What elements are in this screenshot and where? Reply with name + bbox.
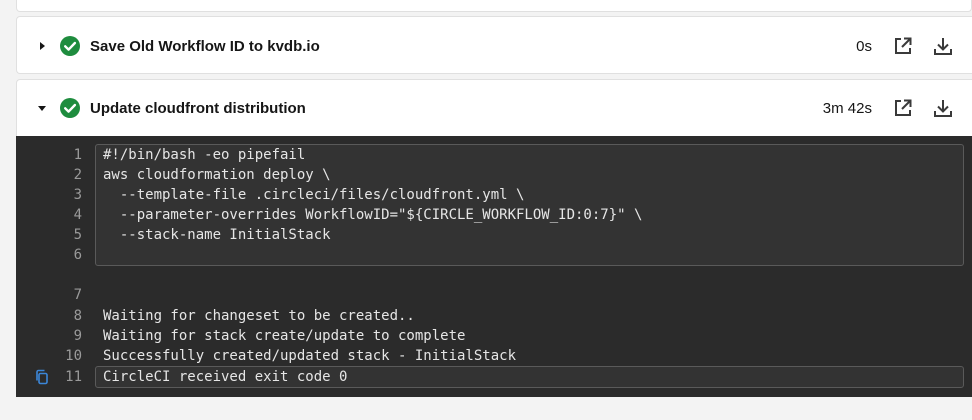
chevron-right-icon[interactable] xyxy=(36,40,48,52)
check-circle-icon xyxy=(59,97,81,119)
terminal-line: 1 #!/bin/bash -eo pipefail xyxy=(16,145,972,165)
line-number: 3 xyxy=(73,187,82,203)
line-number: 5 xyxy=(73,227,82,243)
open-external-icon[interactable] xyxy=(892,35,914,57)
line-text: Successfully created/updated stack - Ini… xyxy=(103,348,517,364)
terminal-line: 3 --template-file .circleci/files/cloudf… xyxy=(16,185,972,205)
open-external-icon[interactable] xyxy=(892,97,914,119)
terminal-line: 5 --stack-name InitialStack xyxy=(16,225,972,245)
terminal-line: 6 xyxy=(16,245,972,265)
line-text: CircleCI received exit code 0 xyxy=(103,369,348,385)
terminal-line: 10 Successfully created/updated stack - … xyxy=(16,346,972,366)
check-circle-icon xyxy=(59,35,81,57)
line-text: #!/bin/bash -eo pipefail xyxy=(103,147,306,163)
line-text: aws cloudformation deploy \ xyxy=(103,167,331,183)
line-number: 4 xyxy=(73,207,82,223)
step-save-old-workflow-id[interactable]: Save Old Workflow ID to kvdb.io 0s xyxy=(16,16,972,74)
line-text: --parameter-overrides WorkflowID="${CIRC… xyxy=(103,207,643,223)
step-header[interactable]: Update cloudfront distribution 3m 42s xyxy=(17,80,972,136)
terminal-line: 8 Waiting for changeset to be created.. xyxy=(16,306,972,326)
line-number: 8 xyxy=(73,308,82,324)
chevron-down-icon[interactable] xyxy=(36,102,48,114)
download-icon[interactable] xyxy=(932,97,954,119)
terminal-line: 7 xyxy=(16,285,972,305)
line-number: 1 xyxy=(73,147,82,163)
line-number: 10 xyxy=(65,348,82,364)
terminal-line: 11 CircleCI received exit code 0 xyxy=(16,367,972,387)
line-number: 7 xyxy=(73,287,82,303)
line-number: 11 xyxy=(65,369,82,385)
step-duration: 0s xyxy=(856,37,872,55)
step-title: Save Old Workflow ID to kvdb.io xyxy=(90,37,320,55)
step-title: Update cloudfront distribution xyxy=(90,99,306,117)
terminal-line: 2 aws cloudformation deploy \ xyxy=(16,165,972,185)
terminal-line: 9 Waiting for stack create/update to com… xyxy=(16,326,972,346)
line-text: --template-file .circleci/files/cloudfro… xyxy=(103,187,525,203)
previous-step-card xyxy=(16,0,972,12)
line-text: Waiting for changeset to be created.. xyxy=(103,308,415,324)
line-text: --stack-name InitialStack xyxy=(103,227,331,243)
step-update-cloudfront[interactable]: Update cloudfront distribution 3m 42s 1 … xyxy=(16,79,972,397)
step-duration: 3m 42s xyxy=(822,99,872,117)
line-number: 2 xyxy=(73,167,82,183)
line-number: 9 xyxy=(73,328,82,344)
step-header[interactable]: Save Old Workflow ID to kvdb.io 0s xyxy=(17,17,972,75)
terminal-output[interactable]: 1 #!/bin/bash -eo pipefail 2 aws cloudfo… xyxy=(16,136,972,397)
line-number: 6 xyxy=(73,247,82,263)
line-text: Waiting for stack create/update to compl… xyxy=(103,328,466,344)
terminal-line: 4 --parameter-overrides WorkflowID="${CI… xyxy=(16,205,972,225)
download-icon[interactable] xyxy=(932,35,954,57)
